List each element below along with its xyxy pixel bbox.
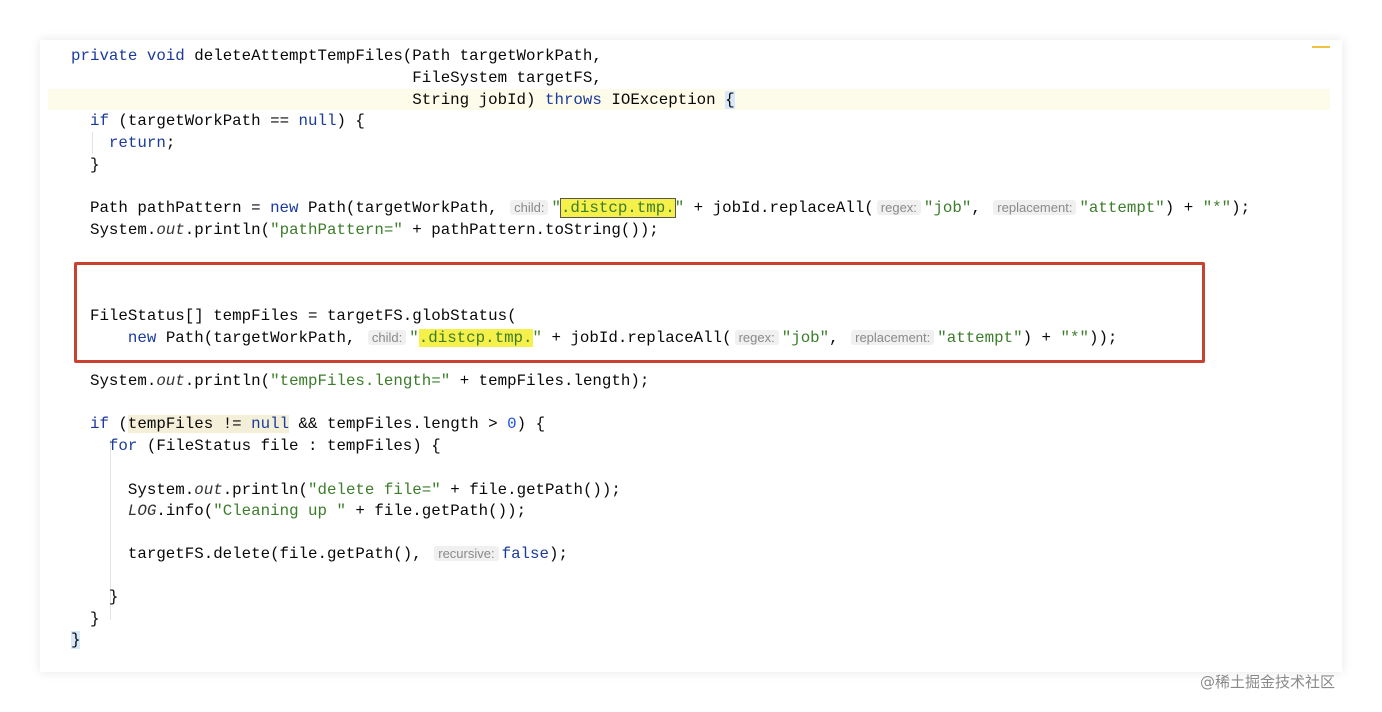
parameter-hint: child: <box>510 200 549 215</box>
code-token: "delete file=" <box>308 481 441 499</box>
code-token: " <box>674 199 685 217</box>
code-line[interactable]: } <box>71 629 81 651</box>
code-token: LOG <box>127 502 157 520</box>
code-line[interactable]: System.out.println("delete file=" + file… <box>71 479 621 501</box>
code-token: System. <box>71 481 195 499</box>
parameter-hint: regex: <box>876 200 921 215</box>
code-token: .println( <box>184 372 271 390</box>
code-token: ) + <box>1164 199 1203 217</box>
code-token: new <box>270 199 299 217</box>
code-token: Path(targetWorkPath, <box>298 199 508 217</box>
code-token: ); <box>1231 199 1251 217</box>
code-token: "attempt" <box>1079 199 1165 217</box>
code-token: FileSystem targetFS, <box>71 69 602 87</box>
code-token: } <box>71 588 119 606</box>
code-line[interactable]: for (FileStatus file : tempFiles) { <box>71 435 441 457</box>
highlight-box <box>74 262 1205 363</box>
code-token: tempFiles != <box>127 415 252 433</box>
code-token: IOException <box>601 91 726 109</box>
code-token: ; <box>165 134 176 152</box>
code-token: "*" <box>1202 199 1232 217</box>
code-line[interactable]: if (targetWorkPath == null) { <box>71 110 365 132</box>
code-token: && tempFiles.length > <box>289 415 508 433</box>
watermark: @稀土掘金技术社区 <box>1200 673 1336 691</box>
code-token: } <box>71 631 81 649</box>
code-token: "job" <box>923 199 972 217</box>
code-token: , <box>971 199 991 217</box>
code-token: out <box>156 372 185 390</box>
code-token: Path pathPattern = <box>71 199 271 217</box>
code-token: .println( <box>184 221 271 239</box>
code-token: if <box>89 112 109 130</box>
code-line[interactable]: if (tempFiles != null && tempFiles.lengt… <box>71 413 545 435</box>
code-token: ) { <box>516 415 546 433</box>
code-token: " <box>551 199 561 217</box>
code-token: System. <box>71 221 157 239</box>
parameter-hint: recursive: <box>434 546 499 561</box>
code-token: ) { <box>336 112 365 130</box>
code-token: "Cleaning up " <box>213 502 346 520</box>
code-line[interactable]: targetFS.delete(file.getPath(), recursiv… <box>71 543 568 565</box>
code-line[interactable]: String jobId) throws IOException { <box>71 89 735 111</box>
code-token: (FileStatus file : tempFiles) { <box>137 437 441 455</box>
code-token: private void <box>71 47 195 65</box>
code-line[interactable]: FileSystem targetFS, <box>71 67 602 89</box>
code-line[interactable]: } <box>71 608 100 630</box>
code-line[interactable]: } <box>71 154 100 176</box>
code-line[interactable]: LOG.info("Cleaning up " + file.getPath()… <box>71 500 526 522</box>
scroll-marker <box>1312 46 1330 48</box>
code-token: + file.getPath()); <box>345 502 527 520</box>
code-line[interactable]: private void deleteAttemptTempFiles(Path… <box>71 45 602 67</box>
code-token: .println( <box>222 481 309 499</box>
code-token: false <box>501 545 549 563</box>
code-token: 0 <box>507 415 517 433</box>
code-token: (targetWorkPath == <box>108 112 299 130</box>
code-token: throws <box>544 91 602 109</box>
code-token: "pathPattern=" <box>270 221 403 239</box>
code-token: String jobId) <box>71 91 545 109</box>
code-token: if <box>89 415 109 433</box>
code-token: null <box>251 415 290 433</box>
code-token: out <box>194 481 223 499</box>
code-token: for <box>108 437 138 455</box>
code-line[interactable]: System.out.println("pathPattern=" + path… <box>71 219 659 241</box>
code-token: + file.getPath()); <box>440 481 621 499</box>
code-token: return <box>108 134 166 152</box>
code-token: ( <box>108 415 128 433</box>
code-token: null <box>298 112 337 130</box>
code-token: targetFS.delete(file.getPath(), <box>71 545 432 563</box>
code-line[interactable]: System.out.println("tempFiles.length=" +… <box>71 370 649 392</box>
code-token: out <box>156 221 185 239</box>
code-token: .distcp.tmp. <box>559 198 676 218</box>
code-token: + tempFiles.length); <box>450 372 650 390</box>
code-token: System. <box>71 372 157 390</box>
code-token: } <box>71 610 100 628</box>
code-token: + jobId.replaceAll( <box>684 199 874 217</box>
code-token: "tempFiles.length=" <box>270 372 451 390</box>
code-line[interactable]: } <box>71 586 119 608</box>
code-token: ); <box>549 545 568 563</box>
code-line[interactable]: Path pathPattern = new Path(targetWorkPa… <box>71 197 1250 219</box>
code-token: deleteAttemptTempFiles(Path targetWorkPa… <box>194 47 602 65</box>
code-token: + pathPattern.toString()); <box>402 221 659 239</box>
code-line[interactable]: return; <box>71 132 175 154</box>
code-token: { <box>725 91 735 109</box>
code-token: .info( <box>156 502 214 520</box>
code-editor: private void deleteAttemptTempFiles(Path… <box>40 40 1342 672</box>
code-token: } <box>71 156 100 174</box>
parameter-hint: replacement: <box>993 200 1077 215</box>
